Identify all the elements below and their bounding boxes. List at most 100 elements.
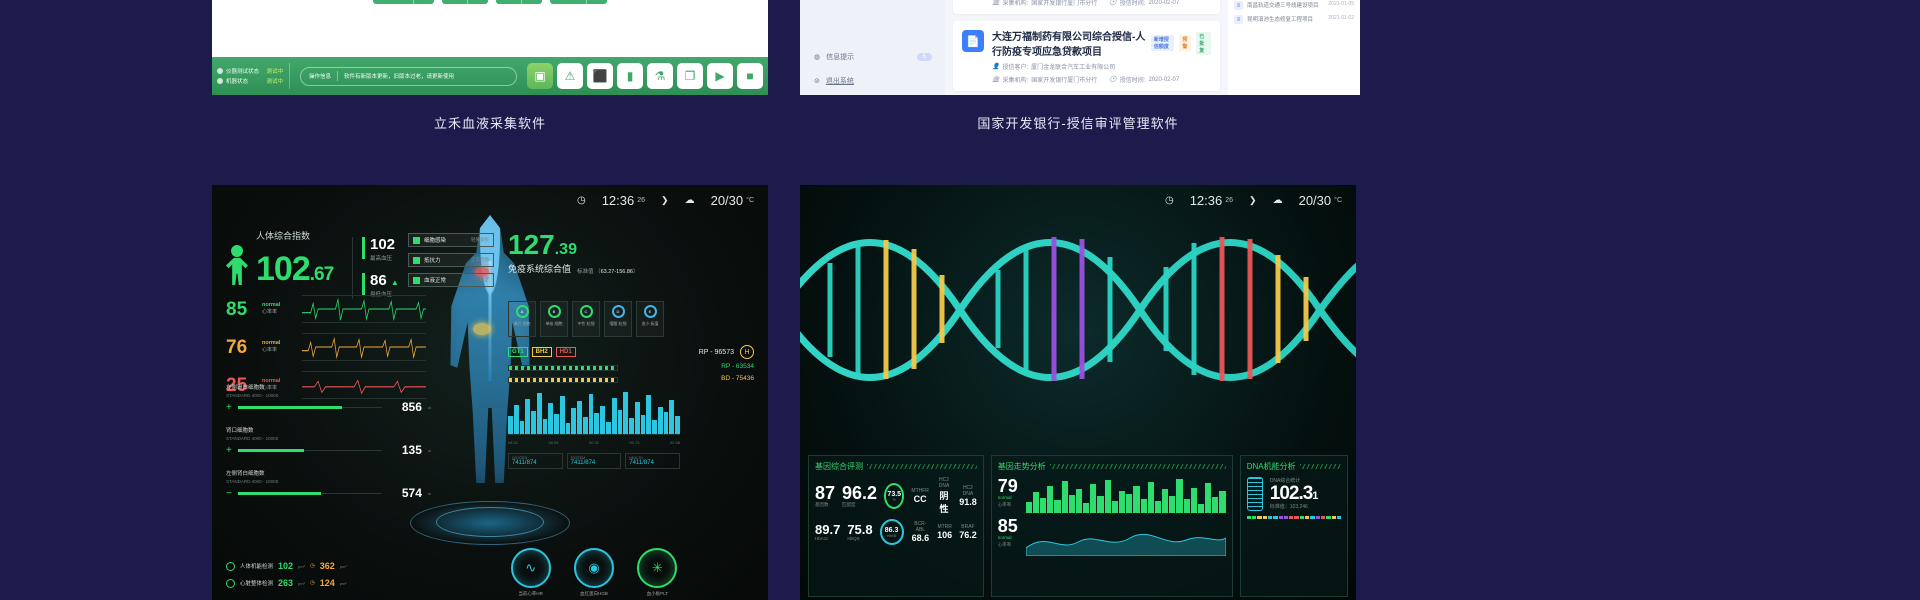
liver-organ-icon <box>473 323 491 335</box>
cell-card-neutrophil[interactable]: C 中性 粒细 <box>572 301 600 337</box>
play-icon[interactable]: ▶ <box>707 63 733 89</box>
cell-card-monocyte[interactable]: B 单核 细胞 <box>540 301 568 337</box>
standard-label: 标准值： <box>1269 504 1290 510</box>
check-icon <box>226 561 235 571</box>
standard-value: 103.246 <box>1289 504 1308 510</box>
header-time-unit: 26 <box>637 197 646 204</box>
timer-icon: ◷ <box>309 563 315 569</box>
clock-icon: ◷ <box>1164 195 1174 206</box>
list-item[interactable]: ≡ 南昌轨道交通三号线建设项目 2021-01-05 <box>1234 1 1354 10</box>
chip-infection[interactable]: 细胞感染 轻微受损 <box>408 233 494 247</box>
marker-braf: BRAF 76.2 <box>959 524 977 540</box>
cell-count-standard: STANDARD 4000 - 10000 <box>226 479 279 484</box>
fkey-delete[interactable]: 删除 F2 <box>441 0 488 4</box>
caption-panel2: 国家开发银行-授信审评管理软件 <box>977 116 1179 131</box>
machine-icon <box>217 78 223 84</box>
fkey-register[interactable]: 登记 F3 <box>495 0 542 4</box>
trend-sign: + <box>226 444 232 456</box>
fkey-patient-info[interactable]: 患者信息 F1 <box>373 0 434 4</box>
person-icon <box>226 245 248 285</box>
bp-value: 102 <box>370 236 396 253</box>
sample-icon[interactable]: ⚗ <box>647 63 673 89</box>
cell-card-platelet[interactable]: E 血小 板值 <box>636 301 664 337</box>
cell-count-value: 574 <box>401 486 422 500</box>
range-value: 63.27-156.86 <box>600 269 633 275</box>
header-temp-unit: °C <box>1334 197 1342 204</box>
fkey-lis-request[interactable]: LIS申请 F4 <box>549 0 607 4</box>
hatch-decoration <box>1049 464 1226 469</box>
window-icon[interactable]: ❐ <box>677 63 703 89</box>
body-function-footer: 人体机能检测 102 pm² ◷ 362 pm² 心脏整体检测 263 pm² … <box>226 561 431 595</box>
fkey-label: 登记 <box>496 0 521 2</box>
trend-value: 79 <box>997 476 1018 496</box>
mini-value: 7411/874 <box>512 460 537 466</box>
org-label: 采集机构: <box>1002 78 1029 84</box>
dna-standard-row: 标准值：103.246 <box>1270 503 1341 510</box>
cell-count-title: 左侧胃白细胞数 <box>226 385 265 391</box>
mini-card-health: HEALTH 7411/874 <box>625 453 681 469</box>
marker-key: HC2 DNA <box>962 485 974 497</box>
chip-label: 血液正常 <box>424 278 447 284</box>
ecg-meta: normal 心率率 <box>262 339 296 355</box>
ring-gauge: D <box>611 305 625 318</box>
bell-icon: ◍ <box>814 54 821 61</box>
gauge-heart-rate[interactable]: ∿ 当前心率HR <box>508 548 553 597</box>
date-label: 授信时间: <box>1119 78 1146 84</box>
gauge-platelet[interactable]: ✳ 血小板PLT <box>635 548 680 597</box>
ring-gauge: C <box>579 305 593 318</box>
lis-icon[interactable]: ▣ <box>527 63 553 89</box>
org-value: 国家开发银行厦门市分行 <box>1031 78 1098 84</box>
body-marker-chips: 细胞感染 轻微受损 抵抗力 正常范围 血液正常 稳定 <box>408 233 494 293</box>
gene-count-value: 87 <box>815 483 836 503</box>
list-item[interactable]: 📄 厦门金龙联合汽车工业有限公司综合授信-人行防疫专项应急贷款项目 新增授信额度… <box>953 0 1220 14</box>
marker-value: 91.8 <box>959 497 977 507</box>
tick-label: 08.32 <box>508 440 519 445</box>
list-item[interactable]: 📄 大连万福制药有限公司综合授信-人行防疫专项应急贷款项目 新增授信额度 预警 … <box>953 21 1220 91</box>
immune-range: 标准值 （63.27-156.86） <box>577 269 639 275</box>
reagent-icon[interactable]: ⬛ <box>587 63 613 89</box>
date-label: 授信时间: <box>1119 1 1146 7</box>
genetic-code-row: GT1 BH2 HD1 <box>508 347 576 357</box>
rp-secondary-value: RP - 63534 <box>721 363 754 370</box>
list-item[interactable]: ≡ 昆明滇池生态修复工程项目 2021-01-02 <box>1234 15 1354 24</box>
gauge-hemoglobin[interactable]: ◉ 血红蛋白HGB <box>571 548 616 597</box>
task-icon: ≡ <box>1234 1 1243 10</box>
status-badge: 新增授信额度 <box>1150 35 1175 51</box>
header-temp: 20/30 <box>1298 193 1332 208</box>
chip-blood-normal[interactable]: 血液正常 稳定 <box>408 273 494 287</box>
progress-track <box>237 491 382 495</box>
pulse-icon: ∿ <box>510 548 551 588</box>
chevron-right-icon: ❯ <box>661 195 669 205</box>
cell-label: 中性 粒细 <box>577 321 595 326</box>
rp-main-row: RP - 96573 H <box>699 345 754 359</box>
bd-value: BD - 75436 <box>721 375 754 382</box>
cell-card-lymphocyte[interactable]: A 淋巴 细胞 <box>508 301 536 337</box>
stop-icon[interactable]: ■ <box>737 63 763 89</box>
panel-blood-collection-software: 乙肝五项 术满项前 炎症 患者信息 F1 删除 F2 登记 F3 LIS申请 F… <box>212 0 768 95</box>
card-title-row: DNA机能分析 <box>1247 461 1341 472</box>
ring-gauge: B <box>547 305 561 318</box>
project-title-row: 大连万福制药有限公司综合授信-人行防疫专项应急贷款项目 新增授信额度 预警 已批… <box>992 28 1211 58</box>
status-row: 机器状态 测试中 <box>217 77 283 85</box>
sidebar-item-logout[interactable]: ⊘ 退出系统 <box>814 76 932 86</box>
marker-value: 76.2 <box>959 530 977 540</box>
cell-card-eosinophil[interactable]: D 嗜酸 粒细 <box>604 301 632 337</box>
warning-icon[interactable]: ⚠ <box>557 63 583 89</box>
customer-value: 厦门金龙联合汽车工业有限公司 <box>1031 65 1116 71</box>
project-meta-2: 🏛 采集机构: 国家开发银行厦门市分行 🕐 授信时间: 2020-02-07 <box>992 75 1211 85</box>
bp-label: 最高血压 <box>370 256 393 262</box>
immune-label: 免疫系统综合值 <box>508 264 572 274</box>
trend-up-icon: ▲ <box>390 278 399 287</box>
org-field: 🏛 采集机构: 国家开发银行厦门市分行 <box>992 0 1097 7</box>
chip-resistance[interactable]: 抵抗力 正常范围 <box>408 253 494 267</box>
cell-label: 淋巴 细胞 <box>513 321 531 326</box>
blood-cell-cards: A 淋巴 细胞 B 单核 细胞 C 中性 粒细 D 嗜酸 粒细 E 血小 板值 <box>508 301 664 337</box>
tube-icon[interactable]: ▮ <box>617 63 643 89</box>
tick-label: 02.68 <box>669 440 680 445</box>
hatch-decoration <box>1299 464 1341 469</box>
fkey-shortcut: F2 <box>466 0 488 4</box>
cell-count-title: 左侧肾白细胞数 <box>226 471 265 477</box>
cell-count-standard: STANDARD 4000 - 10000 <box>226 436 279 441</box>
sidebar-item-notifications[interactable]: ◍ 信息提示 6 <box>814 52 932 62</box>
marker-mtrr: MTRR 106 <box>937 524 952 540</box>
